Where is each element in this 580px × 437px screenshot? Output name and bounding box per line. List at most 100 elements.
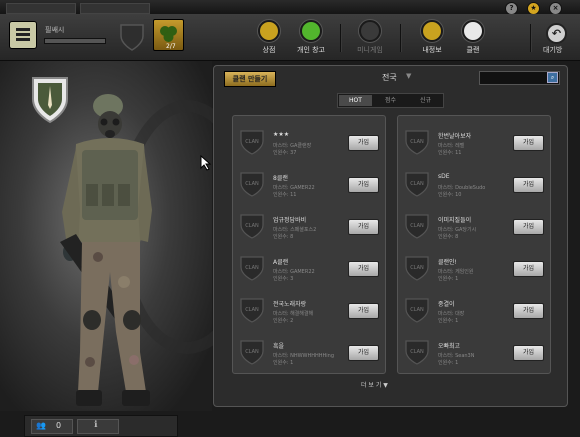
nav-minigame: 미니게임 xyxy=(350,20,390,55)
clan-master: 마스터: GA당기시 xyxy=(438,227,477,233)
clan-master: 마스터: GAMER22 xyxy=(273,185,315,191)
search-icon[interactable]: ⌕ xyxy=(547,72,558,83)
nav-myinfo[interactable]: 내정보 xyxy=(412,20,452,55)
clan-members: 인원수: 1 xyxy=(438,318,459,324)
title-field xyxy=(6,3,76,14)
nav-storage[interactable]: 개인 창고 xyxy=(291,20,331,55)
tab-hot[interactable]: HOT xyxy=(339,95,372,106)
clan-name: 전국노래자랑 xyxy=(273,301,307,308)
join-clan-button[interactable]: 가입 xyxy=(513,219,544,235)
clan-list-item[interactable]: CLAN 흑을마스터: NHWWHHHHHing 인원수: 1 가입 xyxy=(233,331,385,373)
clan-list-item[interactable]: CLAN 이미지질들이 마스터: GA당기시 인원수: 8 가입 xyxy=(398,205,550,247)
clan-members: 인원수: 2 xyxy=(273,318,294,324)
clan-master: 마스터: GA클랜장 xyxy=(273,143,312,149)
clan-shield-text: CLAN xyxy=(245,181,259,187)
people-icon: 👥 xyxy=(36,421,46,430)
clan-members: 인원수: 1 xyxy=(273,360,294,366)
join-clan-button[interactable]: 가입 xyxy=(348,303,379,319)
info-box[interactable]: ℹ xyxy=(77,419,119,434)
clan-master: 마스터: 게임인원 xyxy=(438,269,474,275)
empty-clan-shield-icon xyxy=(120,24,144,51)
clan-list-item[interactable]: CLAN 8클랜마스터: GAMER22 인원수: 11 가입 xyxy=(233,163,385,205)
clan-list-item[interactable]: CLAN 클랜인! 마스터: 게임인원 인원수: 1 가입 xyxy=(398,247,550,289)
clan-list-item[interactable]: CLAN 업규정담바비마스터: 스페셜포스2 인원수: 8 가입 xyxy=(233,205,385,247)
clan-master: 마스터: GAMER22 xyxy=(273,269,315,275)
clan-list-item[interactable]: CLAN 중결이 마스터: 대장 인원수: 1 가입 xyxy=(398,289,550,331)
join-clan-button[interactable]: 가입 xyxy=(513,345,544,361)
chevron-down-icon[interactable]: ▼ xyxy=(406,72,411,80)
tab-score[interactable]: 점수 xyxy=(374,95,407,106)
create-clan-button[interactable]: 클랜 만들기 xyxy=(224,71,276,87)
undo-arrow-icon[interactable]: ↶ xyxy=(546,23,567,44)
clan-shield-text: CLAN xyxy=(245,223,259,229)
clan-name: ★★★ xyxy=(273,131,290,138)
status-bar: 👥 0 ℹ xyxy=(24,415,178,437)
nav-shop-label: 상점 xyxy=(262,46,276,54)
clan-list-right: CLAN 한번날아보자 마스터: 레벨 인원수: 11 가입 CLAN sDE 마스터: Do… xyxy=(397,115,551,374)
nav-clan[interactable]: 클랜 xyxy=(453,20,493,55)
clan-list-item[interactable]: CLAN A클랜 마스터: GAMER22 인원수: 3 가입 xyxy=(233,247,385,289)
clan-name: 흑을 xyxy=(273,343,285,350)
clan-name: 중결이 xyxy=(438,301,455,308)
clan-shield-icon: CLAN xyxy=(240,298,264,323)
nav-storage-label: 개인 창고 xyxy=(297,46,325,54)
clan-master: 마스터: DoubleSudo xyxy=(438,185,486,191)
clan-shield-text: CLAN xyxy=(245,265,259,271)
clan-members: 인원수: 1 xyxy=(438,360,459,366)
clan-list-item[interactable]: CLAN 오빠최고 마스터: Sean3N 인원수: 1 가입 xyxy=(398,331,550,373)
nav-minigame-label: 미니게임 xyxy=(357,46,383,54)
clan-members: 인원수: 11 xyxy=(438,150,462,156)
clan-name: 업규정담바비 xyxy=(273,217,307,224)
join-clan-button[interactable]: 가입 xyxy=(513,303,544,319)
clan-shield-text: CLAN xyxy=(410,139,424,145)
clan-shield-text: CLAN xyxy=(410,181,424,187)
clan-name: 오빠최고 xyxy=(438,343,461,350)
soldier-character xyxy=(60,94,152,406)
username-label: 필쌔시 xyxy=(45,26,65,34)
minigame-icon xyxy=(359,20,381,42)
clan-shield-icon: CLAN xyxy=(240,340,264,365)
clan-name: 8클랜 xyxy=(273,175,288,182)
nav-divider-3 xyxy=(530,24,532,52)
clan-list-item[interactable]: CLAN ★★★ 마스터: GA클랜장 인원수: 37 가입 xyxy=(233,121,385,163)
join-clan-button[interactable]: 가입 xyxy=(513,135,544,151)
join-clan-button[interactable]: 가입 xyxy=(348,177,379,193)
myinfo-icon xyxy=(421,20,443,42)
sort-tabs: HOT 점수 신규 xyxy=(337,93,444,108)
clan-shield-icon: CLAN xyxy=(405,172,429,197)
clan-shield-text: CLAN xyxy=(410,223,424,229)
region-select[interactable]: 전국 xyxy=(382,72,397,83)
tab-new[interactable]: 신규 xyxy=(409,95,442,106)
clan-master: 마스터: 스페셜포스2 xyxy=(273,227,317,233)
clan-shield-icon: CLAN xyxy=(405,214,429,239)
join-clan-button[interactable]: 가입 xyxy=(348,345,379,361)
clan-shield-icon: CLAN xyxy=(405,130,429,155)
join-clan-button[interactable]: 가입 xyxy=(513,177,544,193)
clan-shield-text: CLAN xyxy=(410,307,424,313)
clan-members: 인원수: 8 xyxy=(438,234,459,240)
clan-members: 인원수: 37 xyxy=(273,150,297,156)
clan-list-item[interactable]: CLAN sDE 마스터: DoubleSudo 인원수: 10 가입 xyxy=(398,163,550,205)
clan-master: 마스터: NHWWHHHHHing xyxy=(273,353,334,359)
join-clan-button[interactable]: 가입 xyxy=(348,219,379,235)
join-clan-button[interactable]: 가입 xyxy=(348,261,379,277)
clan-members: 인원수: 11 xyxy=(273,192,297,198)
more-button[interactable]: 더 보 기 ▼ xyxy=(361,380,388,389)
clan-members: 인원수: 8 xyxy=(273,234,294,240)
clan-members: 인원수: 10 xyxy=(438,192,462,198)
back-label[interactable]: 대기방 xyxy=(543,45,562,55)
clan-shield-text: CLAN xyxy=(245,139,259,145)
clan-shield-icon: CLAN xyxy=(240,256,264,281)
friends-count-box[interactable]: 👥 0 xyxy=(31,419,73,434)
nav-divider xyxy=(340,24,342,52)
nav-divider-2 xyxy=(400,24,402,52)
nav-shop[interactable]: 상점 xyxy=(249,20,289,55)
menu-button[interactable] xyxy=(9,21,37,49)
join-clan-button[interactable]: 가입 xyxy=(513,261,544,277)
join-clan-button[interactable]: 가입 xyxy=(348,135,379,151)
clan-list-item[interactable]: CLAN 전국노래자랑 마스터: 해결해결해 인원수: 2 가입 xyxy=(233,289,385,331)
clan-name: 클랜인! xyxy=(438,259,457,266)
clan-list-item[interactable]: CLAN 한번날아보자 마스터: 레벨 인원수: 11 가입 xyxy=(398,121,550,163)
clan-shield-text: CLAN xyxy=(410,349,424,355)
clan-members: 인원수: 1 xyxy=(438,276,459,282)
